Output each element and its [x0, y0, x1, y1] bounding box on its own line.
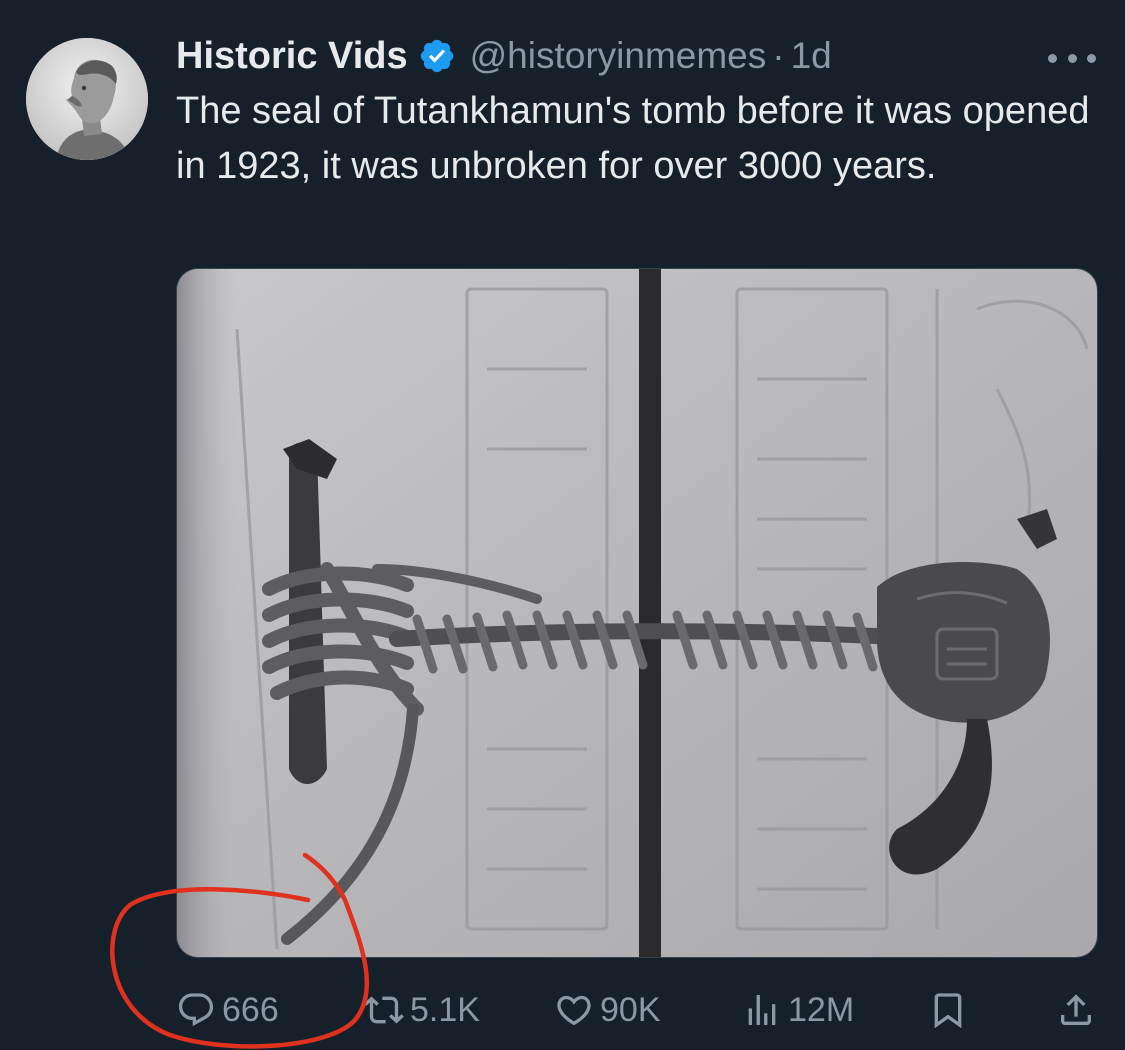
tweet-actions: 666 5.1K 90K 12M — [176, 982, 1096, 1038]
tweet-text: The seal of Tutankhamun's tomb before it… — [176, 90, 1090, 187]
header-separator: · — [772, 35, 785, 76]
author-display-name[interactable]: Historic Vids — [176, 35, 408, 78]
verified-badge-icon — [418, 37, 456, 75]
like-button[interactable]: 90K — [554, 982, 661, 1038]
more-dot-1 — [1048, 53, 1057, 63]
reply-button[interactable]: 666 — [176, 982, 279, 1038]
tweet-card[interactable]: Historic Vids @historyinmemes · 1d The s… — [0, 0, 1125, 1050]
bookmark-icon — [934, 993, 962, 1029]
share-button[interactable] — [1056, 982, 1102, 1038]
retweet-icon — [364, 996, 404, 1024]
avatar[interactable] — [26, 38, 148, 160]
tweet-timestamp[interactable]: 1d — [791, 35, 832, 77]
retweet-button[interactable]: 5.1K — [364, 982, 480, 1038]
views-button[interactable]: 12M — [742, 982, 854, 1038]
views-count: 12M — [788, 990, 855, 1029]
more-options-icon[interactable] — [1048, 48, 1096, 68]
tweet-photo[interactable] — [176, 268, 1098, 958]
author-handle[interactable]: @historyinmemes — [470, 35, 767, 77]
like-count: 90K — [600, 990, 661, 1029]
reply-icon — [178, 993, 214, 1027]
share-icon — [1061, 994, 1091, 1025]
retweet-count: 5.1K — [410, 990, 480, 1029]
reply-count: 666 — [222, 990, 279, 1029]
bookmark-button[interactable] — [928, 982, 974, 1038]
tweet-header: Historic Vids @historyinmemes · 1d — [176, 30, 832, 82]
more-dot-3 — [1087, 53, 1096, 63]
heart-icon — [557, 995, 591, 1026]
analytics-icon — [748, 995, 776, 1025]
more-dot-2 — [1067, 53, 1077, 63]
